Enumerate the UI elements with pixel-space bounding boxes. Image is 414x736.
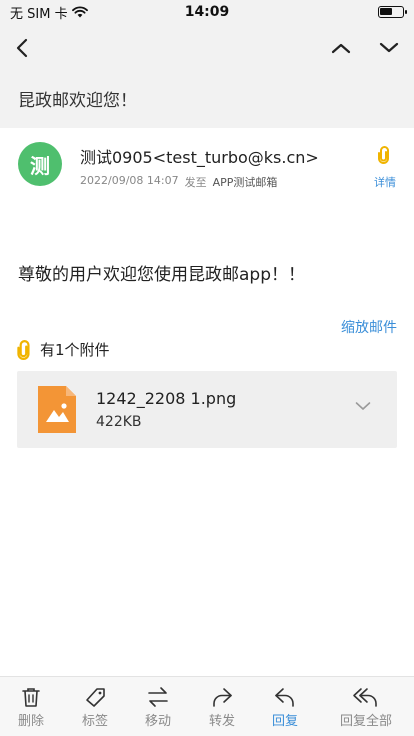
mail-subject: 昆政邮欢迎您！ bbox=[18, 91, 137, 111]
chevron-left-icon bbox=[16, 38, 28, 58]
avatar: 测 bbox=[18, 142, 62, 186]
paperclip-icon bbox=[17, 339, 30, 360]
forward-icon bbox=[213, 688, 232, 707]
reply-label: 回复 bbox=[271, 714, 298, 729]
mail-header: 昆政邮欢迎您！ bbox=[0, 24, 414, 128]
battery-icon bbox=[378, 6, 407, 18]
tag-icon bbox=[86, 688, 105, 707]
tag-label: 标签 bbox=[81, 714, 108, 729]
delete-label: 删除 bbox=[17, 714, 44, 729]
recipient-name[interactable]: APP测试邮箱 bbox=[213, 174, 278, 190]
reply-all-label: 回复全部 bbox=[339, 714, 392, 729]
mail-datetime: 2022/09/08 14:07 bbox=[80, 174, 179, 187]
forward-label: 转发 bbox=[208, 714, 235, 729]
nav-bar bbox=[0, 24, 414, 68]
attachment-item[interactable]: 1242_2208 1.png 422KB bbox=[17, 371, 397, 448]
attachment-heading: 有1个附件 bbox=[16, 339, 110, 360]
chevron-down-icon bbox=[379, 42, 399, 53]
status-time: 14:09 bbox=[184, 4, 230, 20]
sender-address[interactable]: 测试0905<test_turbo@ks.cn> bbox=[80, 144, 319, 168]
next-mail-button[interactable] bbox=[373, 32, 405, 64]
mail-meta: 2022/09/08 14:07 发至 APP测试邮箱 bbox=[80, 174, 277, 190]
forward-button[interactable]: 转发 bbox=[203, 677, 241, 736]
trash-icon bbox=[22, 688, 40, 707]
move-button[interactable]: 移动 bbox=[139, 677, 177, 736]
attachment-count-label: 有1个附件 bbox=[40, 341, 110, 359]
back-button[interactable] bbox=[6, 32, 38, 64]
image-file-icon bbox=[38, 386, 76, 433]
previous-mail-button[interactable] bbox=[325, 32, 357, 64]
chevron-up-icon bbox=[331, 43, 351, 54]
bottom-toolbar: 删除 标签 移动 转发 回复 回复全部 bbox=[0, 676, 414, 736]
reply-icon bbox=[275, 688, 294, 707]
move-icon bbox=[148, 687, 168, 707]
zoom-mail-link[interactable]: 缩放邮件 bbox=[341, 317, 397, 337]
attachment-file-size: 422KB bbox=[96, 414, 142, 430]
detail-link[interactable]: 详情 bbox=[374, 174, 396, 190]
mail-body-text: 尊敬的用户欢迎您使用昆政邮app！！ bbox=[18, 265, 305, 285]
delete-button[interactable]: 删除 bbox=[12, 677, 50, 736]
reply-button[interactable]: 回复 bbox=[266, 677, 304, 736]
chevron-down-icon[interactable] bbox=[355, 401, 371, 411]
tag-button[interactable]: 标签 bbox=[76, 677, 114, 736]
sent-to-label: 发至 bbox=[184, 176, 207, 189]
paperclip-icon bbox=[378, 146, 389, 164]
move-label: 移动 bbox=[144, 714, 171, 729]
reply-all-button[interactable]: 回复全部 bbox=[334, 677, 398, 736]
attachment-file-name: 1242_2208 1.png bbox=[96, 389, 237, 408]
reply-all-icon bbox=[353, 688, 377, 707]
status-bar: 无 SIM 卡 14:09 bbox=[0, 0, 414, 24]
